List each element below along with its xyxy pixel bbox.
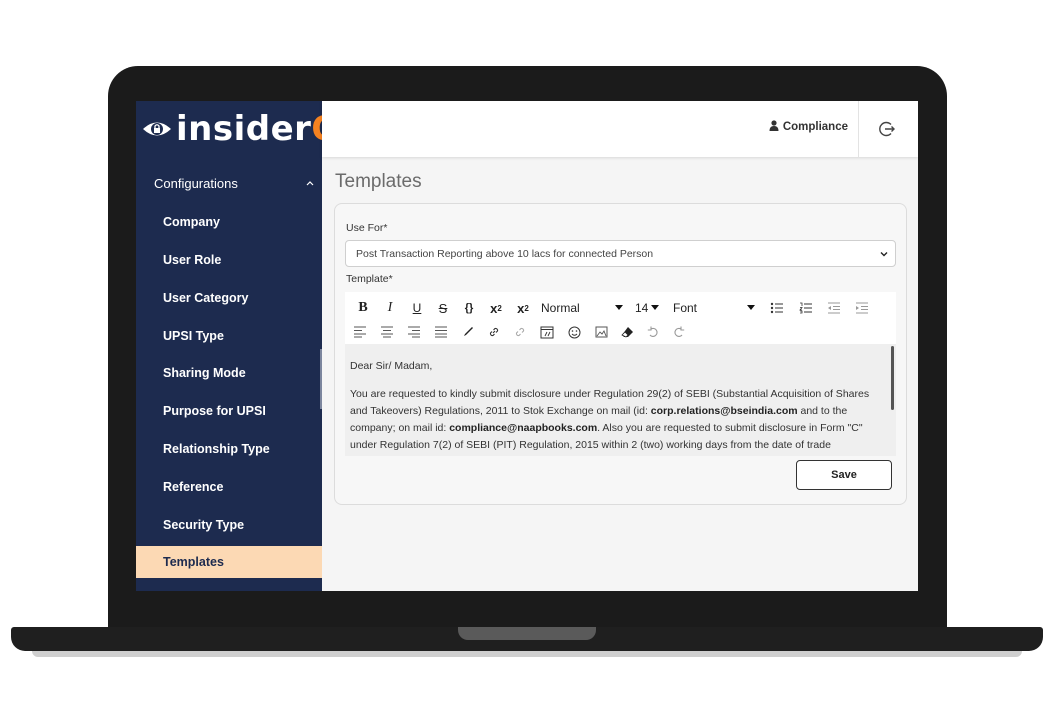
caret-down-icon [615, 305, 623, 311]
use-for-label: Use For* [346, 222, 388, 234]
template-form-card: Use For* Post Transaction Reporting abov… [334, 203, 907, 505]
app-screen: insiderQ Configurations Company User Rol… [136, 101, 918, 591]
image-icon[interactable] [592, 322, 610, 342]
sidebar-section-label: Configurations [154, 176, 238, 191]
editor-email: corp.relations@bseindia.com [650, 405, 798, 417]
editor-email: compliance@naapbooks.com [449, 422, 598, 434]
superscript-icon[interactable]: x2 [485, 298, 507, 318]
code-block-icon[interactable]: {} [459, 298, 479, 318]
strikethrough-icon[interactable]: S [433, 298, 453, 318]
heading-select[interactable]: Normal [541, 298, 629, 318]
sidebar-item-sharing-mode[interactable]: Sharing Mode [136, 357, 322, 389]
sidebar-item-upsi-type[interactable]: UPSI Type [136, 320, 322, 352]
logo-prefix: insider [176, 109, 312, 149]
align-center-icon[interactable] [378, 322, 396, 342]
save-button[interactable]: Save [796, 460, 892, 490]
sidebar-item-label: Sharing Mode [163, 366, 246, 380]
sidebar-item-label: Reference [163, 480, 224, 494]
laptop-notch [458, 627, 596, 640]
template-label: Template* [346, 273, 393, 285]
outdent-icon[interactable] [825, 298, 843, 318]
embed-icon[interactable] [537, 322, 557, 342]
sidebar-item-user-role[interactable]: User Role [136, 244, 322, 276]
chevron-up-icon [306, 178, 314, 189]
page-title: Templates [335, 171, 422, 192]
user-icon [769, 120, 783, 134]
align-justify-icon[interactable] [432, 322, 450, 342]
use-for-select[interactable]: Post Transaction Reporting above 10 lacs… [345, 240, 896, 267]
app-logo[interactable]: insiderQ [136, 101, 340, 157]
sidebar-item-user-category[interactable]: User Category [136, 282, 322, 314]
bold-icon[interactable]: B [353, 298, 373, 318]
editor-greeting: Dear Sir/ Madam, [350, 360, 433, 372]
editor-paragraph: You are requested to kindly submit discl… [350, 386, 888, 454]
sidebar-item-label: Templates [163, 555, 224, 569]
unlink-icon[interactable] [511, 322, 529, 342]
logout-icon[interactable] [876, 118, 898, 140]
sidebar-item-label: Relationship Type [163, 442, 270, 456]
align-left-icon[interactable] [351, 322, 369, 342]
font-size-value: 14 [635, 301, 649, 315]
sidebar-item-label: Security Type [163, 518, 245, 532]
align-right-icon[interactable] [405, 322, 423, 342]
template-editor[interactable]: Dear Sir/ Madam, You are requested to ki… [345, 344, 896, 456]
font-size-select[interactable]: 14 [635, 298, 665, 318]
sidebar-item-purpose-for-upsi[interactable]: Purpose for UPSI [136, 395, 322, 427]
sidebar-section-configurations[interactable]: Configurations [154, 176, 314, 191]
sidebar-item-label: UPSI Type [163, 329, 224, 343]
sidebar-scrollbar[interactable] [320, 349, 322, 409]
user-menu[interactable]: Compliance [769, 120, 848, 134]
font-family-select[interactable]: Font [673, 298, 759, 318]
topbar-divider [858, 101, 859, 157]
emoji-icon[interactable] [565, 322, 583, 342]
user-name: Compliance [782, 121, 848, 133]
sidebar-item-label: Company [163, 215, 220, 229]
logo-text: insiderQ [176, 109, 341, 149]
chevron-down-icon [880, 249, 888, 257]
eye-lock-icon [142, 118, 172, 140]
font-family-value: Font [673, 301, 698, 315]
editor-scrollbar[interactable] [891, 346, 894, 410]
bullet-list-icon[interactable] [768, 298, 786, 318]
caret-down-icon [651, 305, 660, 311]
laptop-shadow [32, 651, 1022, 657]
eraser-icon[interactable] [618, 322, 636, 342]
sidebar: insiderQ Configurations Company User Rol… [136, 101, 340, 591]
use-for-value: Post Transaction Reporting above 10 lacs… [356, 247, 654, 260]
link-icon[interactable] [485, 322, 503, 342]
sidebar-item-label: User Role [163, 253, 222, 267]
subscript-icon[interactable]: x2 [512, 298, 534, 318]
sidebar-item-label: Purpose for UPSI [163, 404, 266, 418]
sidebar-item-reference[interactable]: Reference [136, 471, 322, 503]
heading-value: Normal [541, 301, 580, 315]
numbered-list-icon[interactable] [797, 298, 815, 318]
sidebar-item-relationship-type[interactable]: Relationship Type [136, 433, 322, 465]
pen-color-icon[interactable] [459, 322, 477, 342]
sidebar-item-templates[interactable]: Templates [136, 546, 322, 578]
sidebar-item-company[interactable]: Company [136, 206, 322, 238]
sidebar-item-security-type[interactable]: Security Type [136, 509, 322, 541]
editor-toolbar: B I U S {} x2 x2 Normal 14 Font [345, 292, 896, 344]
top-bar: Compliance [322, 101, 918, 157]
indent-icon[interactable] [853, 298, 871, 318]
redo-icon[interactable] [670, 322, 688, 342]
italic-icon[interactable]: I [380, 298, 400, 318]
underline-icon[interactable]: U [407, 298, 427, 318]
sidebar-item-label: User Category [163, 291, 249, 305]
undo-icon[interactable] [644, 322, 662, 342]
caret-down-icon [747, 305, 755, 311]
